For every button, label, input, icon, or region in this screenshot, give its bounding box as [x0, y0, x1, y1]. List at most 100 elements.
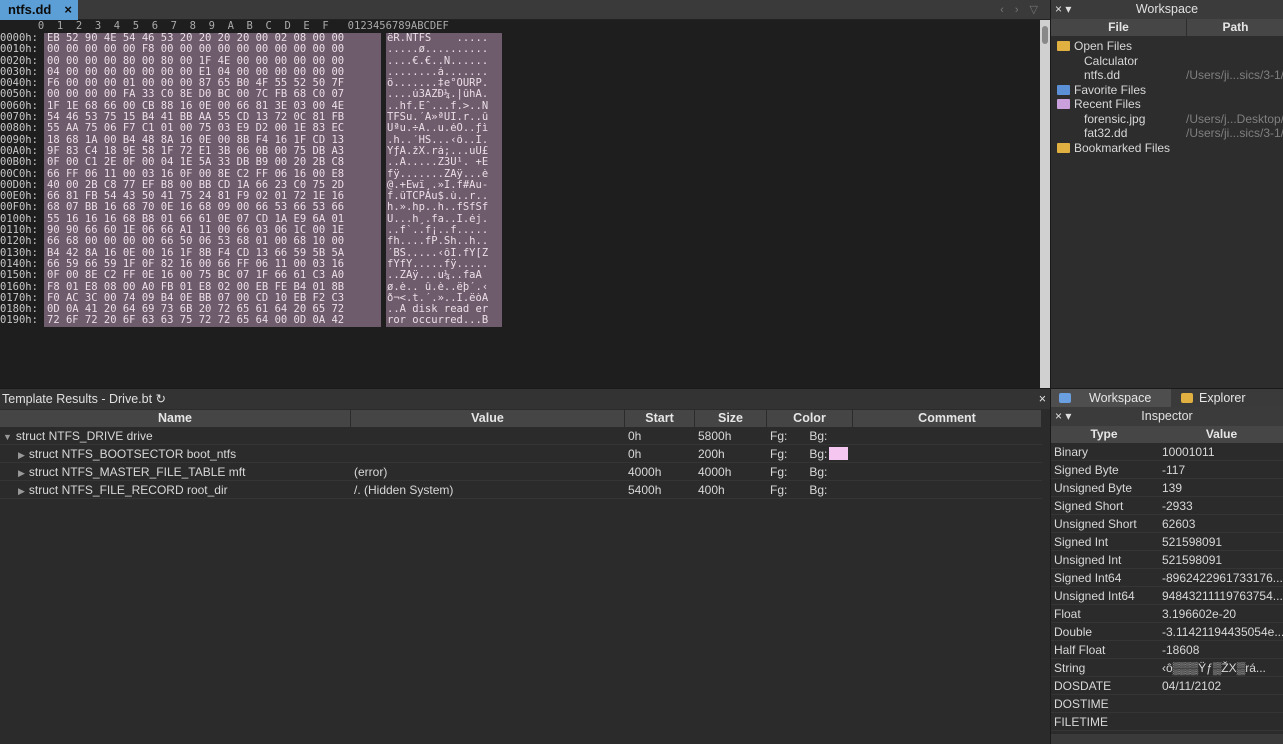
template-comment[interactable] [853, 445, 1042, 462]
inspector-row[interactable]: Signed Byte -117 [1051, 461, 1283, 479]
template-color-cell[interactable]: Fg: Bg: [767, 481, 853, 498]
hex-ascii[interactable]: .....ø.......... [386, 44, 502, 56]
col-path[interactable]: Path [1186, 19, 1283, 36]
inspector-value[interactable]: 521598091 [1159, 533, 1283, 551]
template-color-cell[interactable]: Fg: Bg: [767, 427, 853, 444]
close-tab-icon[interactable]: × [64, 2, 72, 17]
hex-ascii[interactable]: ø.è.. û.è..ëþ´.‹ [386, 281, 502, 293]
inspector-value[interactable]: -2933 [1159, 497, 1283, 515]
inspector-row[interactable]: Binary 10001011 [1051, 443, 1283, 461]
hex-bytes[interactable]: 72 6F 72 20 6F 63 63 75 72 72 65 64 00 0… [44, 315, 381, 327]
inspector-value[interactable]: 62603 [1159, 515, 1283, 533]
workspace-group[interactable]: Recent Files [1051, 97, 1283, 112]
hex-ascii[interactable]: fYfY.....fÿ..... [386, 258, 502, 271]
hex-row[interactable]: 0190h: 72 6F 72 20 6F 63 63 75 72 72 65 6… [0, 315, 1040, 327]
hex-ascii[interactable]: ..Á.....Z3Û¹. +È [386, 157, 502, 169]
hex-row[interactable]: 00B0h: 0F 00 C1 2E 0F 00 04 1E 5A 33 DB B… [0, 156, 1040, 169]
hex-ascii[interactable]: ..ŽÂÿ...u¼..faÃ [386, 270, 502, 282]
inspector-row[interactable]: DOSDATE 04/11/2102 [1051, 677, 1283, 695]
hex-ascii[interactable]: ð¬<.t.´.»..Í.ëòÃ [386, 292, 502, 305]
hex-row[interactable]: 0120h: 66 68 00 00 00 00 66 50 06 53 68 0… [0, 236, 1040, 248]
hex-row[interactable]: 0080h: 55 AA 75 06 F7 C1 01 00 75 03 E9 D… [0, 123, 1040, 135]
hex-ascii[interactable]: ö.......‡e°OURP. [386, 78, 502, 90]
inspector-value[interactable]: ‹ô▒▒▒Ÿƒ▒ŽX▒rá... [1159, 659, 1283, 677]
hex-ascii[interactable]: .h..´HŠ...‹ô..Í. [386, 134, 502, 146]
col-size[interactable]: Size [695, 410, 767, 427]
inspector-bottom-tabs[interactable] [1051, 734, 1283, 744]
col-file[interactable]: File [1051, 19, 1186, 36]
template-row[interactable]: ▼ struct NTFS_DRIVE drive 0h 5800h Fg: Bg: [0, 427, 1042, 445]
hex-ascii[interactable]: Uªu.÷Á..u.éÒ..ƒì [386, 123, 502, 135]
template-row[interactable]: ▶ struct NTFS_MASTER_FILE_TABLE mft (error… [0, 463, 1042, 481]
inspector-value[interactable]: 04/11/2102 [1159, 677, 1283, 695]
hex-ascii[interactable]: ´BŠ.....‹ôÍ.fY[Z [386, 247, 502, 259]
hex-row[interactable]: 0010h: 00 00 00 00 00 F8 00 00 00 00 00 0… [0, 43, 1040, 56]
workspace-group[interactable]: Favorite Files [1051, 83, 1283, 98]
inspector-row[interactable]: Unsigned Int64 94843211119763754... [1051, 587, 1283, 605]
hex-ascii[interactable]: ........á....... [386, 66, 502, 79]
inspector-row[interactable]: Unsigned Short 62603 [1051, 515, 1283, 533]
workspace-group[interactable]: Open Files [1051, 39, 1283, 54]
tab-navigation-icons[interactable]: ‹ › ▽ [1000, 3, 1042, 16]
workspace-file-item[interactable]: Calculator [1051, 54, 1283, 69]
hex-bytes[interactable]: 0F 00 C1 2E 0F 00 04 1E 5A 33 DB B9 00 2… [44, 156, 381, 169]
inspector-row[interactable]: Half Float -18608 [1051, 641, 1283, 659]
expanded-triangle-icon[interactable]: ▼ [3, 432, 12, 442]
collapsed-triangle-icon[interactable]: ▶ [18, 486, 25, 496]
col-start[interactable]: Start [625, 410, 695, 427]
workspace-group[interactable]: Bookmarked Files [1051, 141, 1283, 156]
hex-bytes[interactable]: 55 AA 75 06 F7 C1 01 00 75 03 E9 D2 00 1… [44, 123, 381, 135]
inspector-row[interactable]: DOSTIME [1051, 695, 1283, 713]
hex-ascii[interactable]: ..A disk read er [386, 304, 502, 316]
hex-scrollbar[interactable] [1040, 20, 1050, 388]
bg-color-swatch[interactable] [829, 447, 849, 460]
template-row[interactable]: ▶ struct NTFS_BOOTSECTOR boot_ntfs 0h 200h F… [0, 445, 1042, 463]
hex-ascii[interactable]: ....ú3ÀŽÐ¼.|ûhÀ. [386, 89, 502, 101]
workspace-file-item[interactable]: forensic.jpg/Users/j...Desktop/ [1051, 112, 1283, 127]
inspector-value[interactable]: 139 [1159, 479, 1283, 497]
refresh-icon[interactable]: ↻ [156, 392, 166, 406]
inspector-panel-controls[interactable]: × ▾ [1055, 407, 1071, 426]
hex-ascii[interactable]: ..hf.Ëˆ...f.>..N [386, 100, 502, 113]
hex-ascii[interactable]: TFSu.´A»ªUÍ.r..û [386, 112, 502, 124]
hex-bytes[interactable]: 0F 00 8E C2 FF 0E 16 00 75 BC 07 1F 66 6… [44, 269, 381, 282]
col-comment[interactable]: Comment [853, 410, 1042, 427]
template-row[interactable]: ▶ struct NTFS_FILE_RECORD root_dir/. (Hid… [0, 481, 1042, 499]
inspector-value[interactable]: -117 [1159, 461, 1283, 479]
hex-bytes[interactable]: 66 68 00 00 00 00 66 50 06 53 68 01 00 6… [44, 236, 381, 248]
inspector-value[interactable]: 3.196602e-20 [1159, 605, 1283, 623]
collapsed-triangle-icon[interactable]: ▶ [18, 468, 25, 478]
inspector-row[interactable]: Unsigned Byte 139 [1051, 479, 1283, 497]
inspector-value[interactable]: -8962422961733176... [1159, 569, 1283, 587]
col-name[interactable]: Name [0, 410, 351, 427]
hex-ascii[interactable]: ëR.NTFS ..... [386, 33, 502, 45]
hex-ascii[interactable]: @.+Èwï¸.»Í.f#Àu- [386, 179, 502, 192]
col-type[interactable]: Type [1051, 426, 1157, 443]
scrollbar-thumb[interactable] [1042, 26, 1048, 44]
hex-ascii[interactable]: ŸƒÄ.žX.rá;...uÛ£ [386, 145, 502, 158]
hex-ascii[interactable]: f.ûTCPAu$.ù..r.. [386, 191, 502, 203]
hex-ascii[interactable]: fÿ.......ŽÂÿ...è [386, 168, 502, 180]
inspector-row[interactable]: String ‹ô▒▒▒Ÿƒ▒ŽX▒rá... [1051, 659, 1283, 677]
template-color-cell[interactable]: Fg: Bg: [767, 463, 853, 480]
col-value[interactable]: Value [351, 410, 625, 427]
inspector-value[interactable]: 10001011 [1159, 443, 1283, 461]
inspector-row[interactable]: Unsigned Int 521598091 [1051, 551, 1283, 569]
hex-editor-panel[interactable]: ntfs.dd × ‹ › ▽ 0 1 2 3 4 5 6 7 8 9 A B … [0, 0, 1050, 388]
hex-bytes[interactable]: 00 00 00 00 00 F8 00 00 00 00 00 00 00 0… [44, 43, 381, 56]
inspector-value[interactable]: 94843211119763754... [1159, 587, 1283, 605]
inspector-row[interactable]: Signed Int64 -8962422961733176... [1051, 569, 1283, 587]
inspector-row[interactable]: Signed Int 521598091 [1051, 533, 1283, 551]
template-comment[interactable] [853, 481, 1042, 498]
file-tab-ntfs[interactable]: ntfs.dd × [0, 0, 78, 20]
hex-ascii[interactable]: fh....fP.Sh..h.. [386, 236, 502, 248]
inspector-value[interactable]: -18608 [1159, 641, 1283, 659]
inspector-value[interactable]: -3.11421194435054e... [1159, 623, 1283, 641]
template-comment[interactable] [853, 463, 1042, 480]
close-panel-icon[interactable]: × [1039, 389, 1046, 409]
workspace-panel-controls[interactable]: × ▾ [1055, 0, 1071, 19]
inspector-row[interactable]: Double -3.11421194435054e... [1051, 623, 1283, 641]
col-inspector-value[interactable]: Value [1159, 426, 1283, 443]
hex-ascii[interactable]: U...h¸.fa..Í.éj. [386, 213, 502, 226]
workspace-file-item[interactable]: fat32.dd/Users/ji...sics/3-1/ [1051, 126, 1283, 141]
